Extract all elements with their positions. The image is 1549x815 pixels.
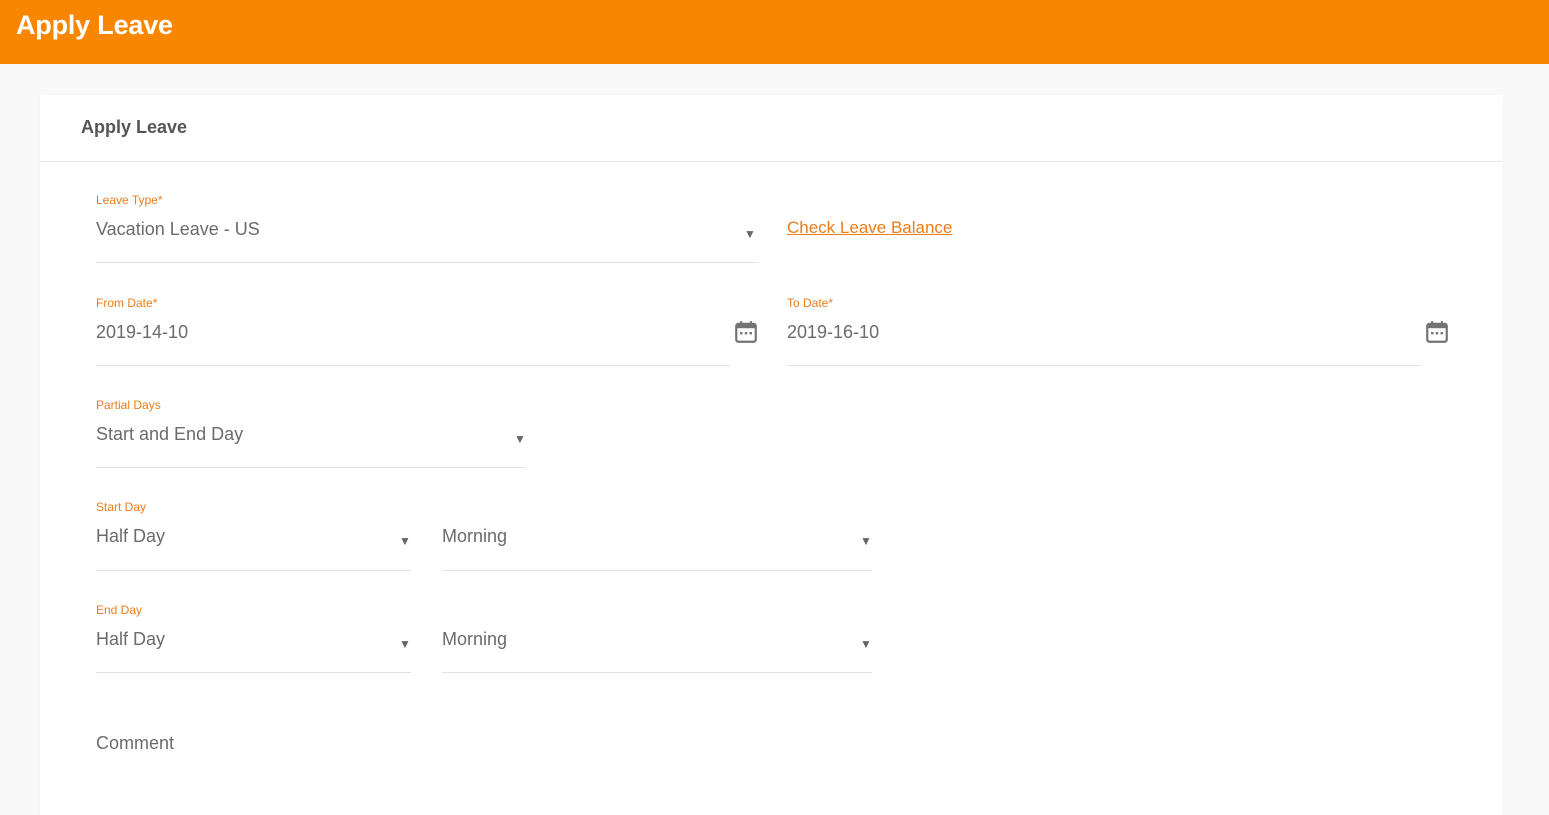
field-underline [96,570,411,571]
check-leave-balance-link[interactable]: Check Leave Balance [787,218,952,238]
field-underline [96,672,411,673]
start-day-duration-value: Half Day [96,526,166,546]
end-day-duration-value: Half Day [96,629,166,649]
chevron-down-icon: ▼ [860,534,872,548]
field-underline [96,467,526,468]
from-date-field[interactable]: From Date* 2019-14-10 [96,296,760,366]
leave-type-label: Leave Type* [96,193,163,207]
chevron-down-icon: ▼ [514,432,526,446]
app-title: Apply Leave [16,10,173,40]
start-day-period-select[interactable]: Morning ▼ [442,500,872,571]
from-date-value: 2019-14-10 [96,322,189,342]
start-day-label: Start Day [96,500,147,514]
to-date-label: To Date* [787,296,834,310]
comment-field[interactable]: Comment [96,733,174,754]
calendar-icon[interactable] [1424,319,1450,345]
field-underline [787,365,1421,366]
chevron-down-icon: ▼ [399,637,411,651]
partial-days-label: Partial Days [96,398,161,412]
top-bar: Apply Leave [0,0,1549,64]
to-date-field[interactable]: To Date* 2019-16-10 [787,296,1451,366]
chevron-down-icon: ▼ [744,227,756,241]
partial-days-value: Start and End Day [96,424,244,444]
from-date-label: From Date* [96,296,158,310]
card-header: Apply Leave [40,95,1503,162]
calendar-icon[interactable] [733,319,759,345]
end-day-period-value: Morning [442,629,508,649]
partial-days-select[interactable]: Partial Days Start and End Day ▼ [96,398,526,468]
chevron-down-icon: ▼ [399,534,411,548]
chevron-down-icon: ▼ [860,637,872,651]
card-title: Apply Leave [81,117,188,137]
field-underline [96,262,758,263]
to-date-value: 2019-16-10 [787,322,880,342]
start-day-duration-select[interactable]: Start Day Half Day ▼ [96,500,411,571]
field-underline [96,365,730,366]
end-day-duration-select[interactable]: End Day Half Day ▼ [96,603,411,673]
end-day-period-select[interactable]: Morning ▼ [442,603,872,673]
start-day-period-value: Morning [442,526,508,546]
leave-type-value: Vacation Leave - US [96,219,260,239]
field-underline [442,672,872,673]
field-underline [442,570,872,571]
end-day-label: End Day [96,603,143,617]
leave-type-select[interactable]: Leave Type* Vacation Leave - US ▼ [96,193,758,263]
